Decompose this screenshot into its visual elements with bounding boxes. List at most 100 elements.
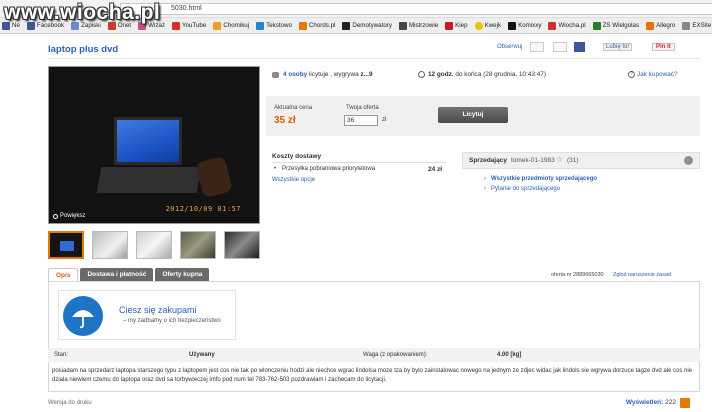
like-button[interactable]: Lubię to! — [603, 43, 633, 51]
bookmark-item[interactable]: Demotywatory — [342, 21, 392, 30]
shipping-cost: 24 zł — [428, 166, 443, 173]
shipping-title: Koszty dostawy — [272, 153, 322, 160]
your-offer-label[interactable]: Twoja oferta — [346, 105, 379, 111]
item-attributes: Stan: Używany Waga (z opakowaniem): 4.00… — [48, 348, 700, 362]
tab-purchase-offers[interactable]: Oferty kupna — [155, 268, 210, 281]
tab-bar: Opis Dostawa i płatność Oferty kupna — [48, 268, 211, 281]
how-to-buy-link[interactable]: ? Jak kupować? — [628, 71, 678, 78]
state-value: Używany — [189, 352, 215, 358]
thumbnail[interactable] — [48, 231, 84, 259]
chords-icon — [298, 21, 307, 30]
zoom-button[interactable]: Powiększ — [53, 213, 85, 219]
tekstowo-icon — [256, 21, 265, 30]
tab-description[interactable]: Opis — [48, 268, 79, 281]
shipping-bullet: • — [274, 166, 277, 172]
komixxy-icon — [508, 21, 517, 30]
weight-label: Waga (z opakowaniem): — [363, 352, 428, 358]
current-price: 35 zł — [274, 115, 296, 126]
safe-shopping-badge: Ciesz się zakupami – my zadbamy o ich be… — [58, 290, 236, 340]
magnifier-icon — [53, 213, 58, 219]
smiley-icon — [474, 21, 483, 30]
pin-it-button[interactable]: Pin it — [652, 43, 675, 51]
share-icon[interactable] — [553, 42, 567, 52]
laptop-screen — [114, 117, 182, 165]
bidders-info: 4 osoby licytuje , wygrywa z...9 — [272, 71, 373, 78]
currency-label: zł — [382, 117, 387, 123]
state-label: Stan: — [54, 352, 69, 358]
scroll-top-icon[interactable] — [680, 398, 690, 408]
report-link[interactable]: Zgłoś naruszenie zasad — [613, 272, 671, 278]
seller-label: Sprzedający — [469, 157, 507, 164]
allegro-icon — [646, 21, 655, 30]
all-shipping-options-link[interactable]: Wszystkie opcje — [272, 177, 315, 183]
bookmark-item[interactable]: Komixxy — [508, 21, 541, 30]
bidders-link[interactable]: 4 osoby — [283, 71, 307, 78]
bookmark-item[interactable]: Mistrzowie — [398, 21, 438, 30]
help-icon: ? — [628, 71, 635, 78]
weight-value: 4.00 [kg] — [497, 352, 522, 358]
bid-button[interactable]: Licytuj — [438, 107, 508, 123]
thumbnail[interactable] — [224, 231, 260, 259]
current-price-label: Aktualna cena — [274, 105, 313, 111]
thumbnail[interactable] — [136, 231, 172, 259]
main-photo[interactable]: 2012/10/09 01:57 Powiększ — [48, 66, 260, 224]
watermark-logo: www.wiocha.pl — [4, 1, 161, 24]
bookmark-item[interactable]: ZS Wielgolas — [592, 21, 639, 30]
bookmark-item[interactable]: Tekstowo — [256, 21, 292, 30]
thumbnail-strip — [48, 231, 268, 259]
laptop-base — [96, 167, 202, 193]
shipping-divider — [272, 162, 446, 163]
bookmark-item[interactable]: Chords.pl — [298, 21, 335, 30]
views-counter: Wyświetleń: 222 — [625, 399, 676, 406]
seller-all-items-link[interactable]: Wszystkie przedmioty sprzedającego — [491, 176, 597, 182]
mistrzowie-icon — [398, 21, 407, 30]
ask-seller-link[interactable]: Pytanie do sprzedającego — [491, 186, 560, 192]
clock-icon — [418, 71, 425, 78]
umbrella-graphic — [72, 310, 94, 329]
bookmark-item[interactable]: Kiep — [445, 21, 468, 30]
star-icon: ☆ — [556, 155, 564, 164]
url-text: 5030.html — [171, 5, 202, 12]
seller-box: Sprzedający tomek-01-1983 ☆ (31) — [462, 152, 700, 169]
description-text: posiadam na sprzedarz laptopa starszego … — [52, 368, 693, 383]
photo-date-stamp: 2012/10/09 01:57 — [165, 205, 241, 213]
header-divider — [48, 58, 700, 59]
winner-nick: z...9 — [360, 71, 373, 78]
bookmark-item[interactable]: Chomikuj — [213, 21, 249, 30]
tab-delivery-payment[interactable]: Dostawa i płatność — [80, 268, 154, 281]
users-icon — [272, 71, 279, 78]
time-left-info: 12 godz. do końca (28 grudnia, 10:43:47) — [418, 71, 546, 78]
bookmark-item[interactable]: Kwejk — [474, 21, 501, 30]
arrow-icon: › — [484, 176, 486, 182]
status-dot-icon — [684, 156, 693, 165]
chomikuj-icon — [213, 21, 222, 30]
kiep-icon — [445, 21, 454, 30]
demotywatory-icon — [342, 21, 351, 30]
address-bar[interactable]: 5030.html — [120, 3, 712, 15]
price-panel: Aktualna cena 35 zł Twoja oferta 36 zł L… — [266, 96, 700, 136]
bookmark-item[interactable]: YouTube — [171, 21, 206, 30]
bookmark-item[interactable]: Allegro — [646, 21, 675, 30]
email-icon[interactable] — [530, 42, 544, 52]
observe-link[interactable]: Obserwuj — [497, 44, 522, 50]
facebook-share-icon[interactable] — [574, 42, 585, 52]
thumbnail[interactable] — [92, 231, 128, 259]
badge-subtitle: – my zadbamy o ich bezpieczeństwo — [123, 318, 221, 324]
shipping-method: Przesyłka pobraniowa priorytetowa — [282, 166, 376, 172]
seller-rating: (31) — [567, 157, 579, 164]
badge-title: Ciesz się zakupami — [119, 305, 197, 315]
bookmark-item[interactable]: EXSite — [682, 21, 711, 30]
page-title: laptop plus dvd — [48, 44, 119, 55]
offer-number: oferta nr 2889665030 — [551, 272, 604, 278]
school-icon — [592, 21, 601, 30]
offer-input[interactable]: 36 — [344, 115, 378, 126]
seller-name[interactable]: tomek-01-1983 — [511, 157, 555, 164]
youtube-icon — [171, 21, 180, 30]
exsite-icon — [682, 21, 691, 30]
thumbnail-screen — [60, 241, 74, 251]
print-version-link[interactable]: Wersja do druku — [48, 400, 92, 406]
photo-detail — [194, 155, 234, 199]
thumbnail[interactable] — [180, 231, 216, 259]
bookmark-item[interactable]: Wiocha.pl — [548, 21, 586, 30]
wiocha-icon — [548, 21, 557, 30]
